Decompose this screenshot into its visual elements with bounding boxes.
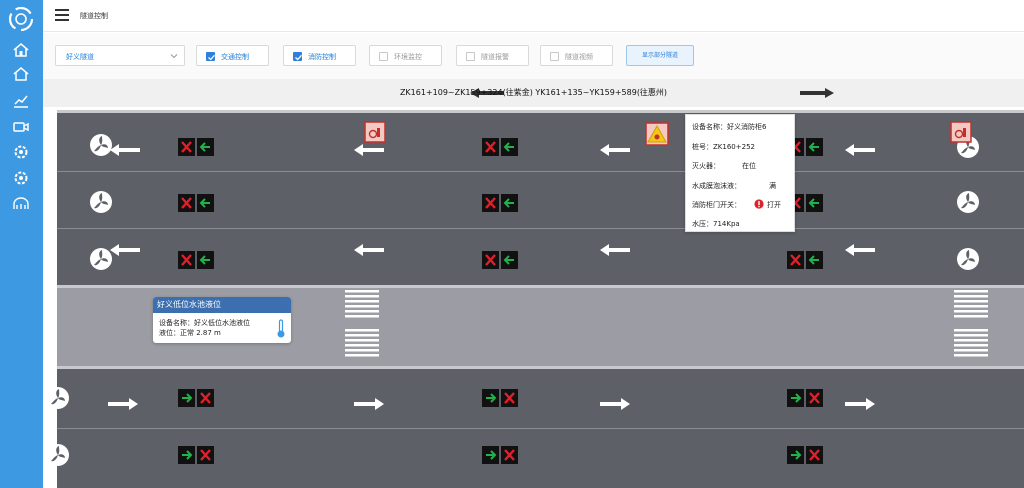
alert-icon [754,199,764,209]
lane-arrow-right-icon [108,398,138,410]
water-level-title: 好义低位水池液位 [153,297,291,313]
checkbox-icon [466,52,475,61]
checkbox-label: 隧道报警 [481,53,509,61]
lane-signal-icon[interactable] [482,251,518,269]
lane-arrow-left-icon [354,144,384,156]
fan-icon[interactable] [46,386,70,410]
tunnel-icon[interactable] [11,195,31,213]
settings-icon[interactable] [11,169,31,187]
lane-signal-icon[interactable] [482,194,518,212]
thermometer-icon [277,319,285,338]
water-level-device-name: 设备名称：好义低位水池液位 [159,319,250,327]
page-title: 隧道控制 [80,12,108,20]
toolbar: 好义隧道 交通控制 消防控制 环境监控 隧道报警 隧道视频 显示部分隧道 [43,33,1024,79]
camera-icon[interactable] [11,118,31,136]
foam-label: 水成膜泡沫液： [692,182,741,190]
lane-divider [57,171,1024,172]
fan-icon[interactable] [46,443,70,467]
crosswalk-icon [954,329,988,357]
lane-arrow-right-icon [600,398,630,410]
lane-signal-icon[interactable] [178,446,214,464]
checkbox-icon [206,52,215,61]
checkbox-label: 交通控制 [221,53,249,61]
fan-icon[interactable] [956,190,980,214]
show-partial-tunnel-button[interactable]: 显示部分隧道 [626,45,694,66]
checkbox-label: 消防控制 [308,53,336,61]
route-bar: ZK161+109~ZK159+324(往紫金) YK161+135~YK159… [43,79,1024,107]
water-level-value: 液位：正常 2.87 m [159,329,221,337]
cabinet-door-label: 消防柜门开关： [692,201,741,209]
menu-toggle-icon[interactable] [55,9,69,21]
foam-value: 满 [769,182,776,190]
lane-divider [57,428,1024,429]
lane-signal-icon[interactable] [787,251,823,269]
fire-cabinet-icon[interactable] [364,121,386,143]
lane-signal-icon[interactable] [178,194,214,212]
lane-arrow-right-icon [354,398,384,410]
lane-signal-icon[interactable] [178,251,214,269]
lane-arrow-left-icon [845,144,875,156]
chevron-down-icon [170,54,178,59]
water-level-popup: 好义低位水池液位 设备名称：好义低位水池液位 液位：正常 2.87 m [153,297,291,343]
lane-signal-icon[interactable] [482,389,518,407]
lane-arrow-left-icon [110,244,140,256]
lane-arrow-left-icon [354,244,384,256]
fan-icon[interactable] [89,190,113,214]
route-label: ZK161+109~ZK159+324(往紫金) YK161+135~YK159… [399,88,668,97]
lane-arrow-left-icon [600,244,630,256]
checkbox-icon [550,52,559,61]
checkbox-icon [379,52,388,61]
fire-cabinet-alarm-icon[interactable] [645,122,669,146]
lane-signal-icon[interactable] [178,138,214,156]
tunnel-select-value: 好义隧道 [66,53,94,61]
extinguisher-value: 在位 [742,162,756,170]
chart-icon[interactable] [11,92,31,110]
lane-signal-icon[interactable] [482,446,518,464]
crosswalk-icon [345,329,379,357]
checkbox-traffic-control[interactable]: 交通控制 [196,45,269,66]
lane-signal-icon[interactable] [178,389,214,407]
app-root: 隧道控制 好义隧道 交通控制 消防控制 环境监控 隧道报警 隧道视频 显示部分隧… [0,0,1024,488]
home-icon[interactable] [11,41,31,59]
lane-signal-icon[interactable] [787,389,823,407]
sidebar [0,0,43,488]
tunnel-select[interactable]: 好义隧道 [55,45,185,66]
fan-icon[interactable] [956,247,980,271]
header: 隧道控制 [43,0,1024,32]
device-name: 设备名称：好义消防柜6 [692,123,767,131]
lane-signal-icon[interactable] [787,446,823,464]
lane-arrow-left-icon [110,144,140,156]
lane-arrow-left-icon [600,144,630,156]
gear-icon[interactable] [11,143,31,161]
checkbox-tunnel-alarm[interactable]: 隧道报警 [456,45,529,66]
checkbox-environment-monitor[interactable]: 环境监控 [369,45,442,66]
arrow-right-icon [800,88,834,98]
checkbox-tunnel-video[interactable]: 隧道视频 [540,45,613,66]
fire-cabinet-icon[interactable] [950,121,972,143]
extinguisher-label: 灭火器： [692,162,720,170]
crosswalk-icon [954,290,988,318]
logo-icon [8,6,34,32]
crosswalk-icon [345,290,379,318]
cabinet-door-value: 打开 [767,201,781,209]
house-icon[interactable] [11,65,31,83]
device-info-popup: 设备名称：好义消防柜6 桩号：ZK160+252 灭火器： 在位 水成膜泡沫液：… [685,114,795,232]
checkbox-icon [293,52,302,61]
checkbox-label: 环境监控 [394,53,422,61]
water-pressure: 水压：714Kpa [692,220,740,228]
lane-arrow-right-icon [845,398,875,410]
lane-arrow-left-icon [845,244,875,256]
checkbox-fire-control[interactable]: 消防控制 [283,45,356,66]
checkbox-label: 隧道视频 [565,53,593,61]
lane-signal-icon[interactable] [482,138,518,156]
device-stake: 桩号：ZK160+252 [692,143,755,151]
lane-divider [57,228,1024,229]
